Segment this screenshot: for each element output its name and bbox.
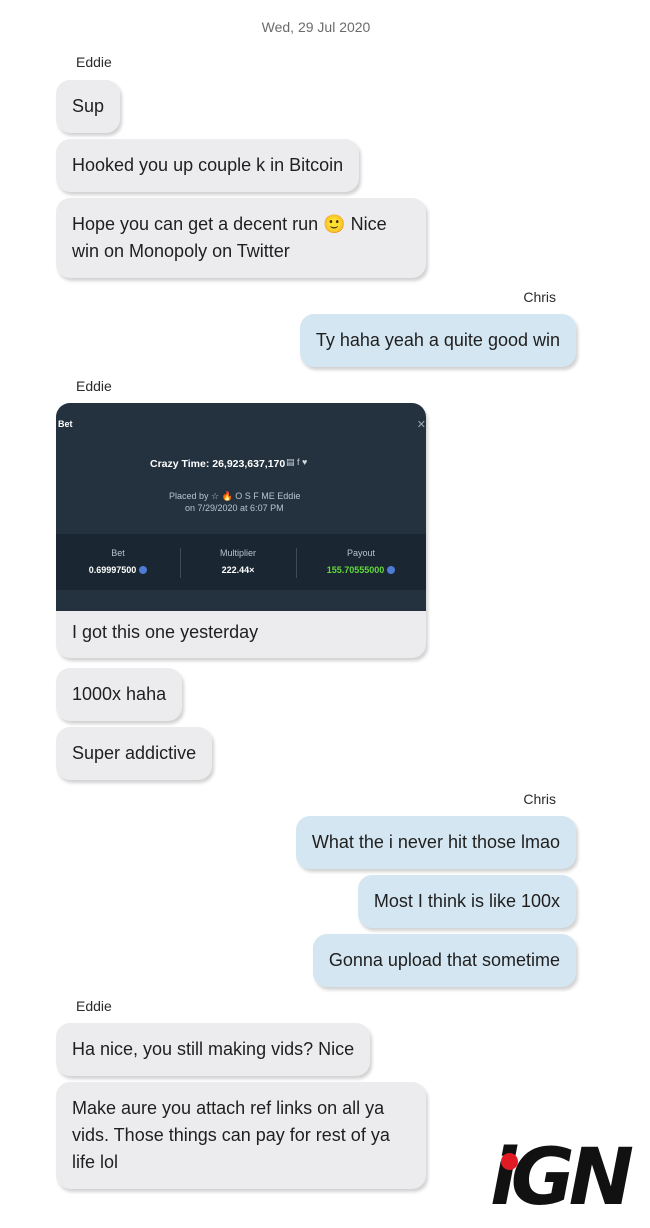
screenshot-title: Bet [58, 419, 73, 429]
message-bubble[interactable]: Super addictive [56, 727, 213, 780]
date-divider: Wed, 29 Jul 2020 [261, 19, 371, 35]
coin-icon [139, 566, 148, 574]
message-bubble[interactable]: Hope you can get a decent run 🙂 Nice win… [56, 198, 426, 278]
stat-value: 155.70555000 [296, 565, 426, 575]
stat-label: Bet [111, 548, 125, 558]
stat-payout: Payout 155.70555000 [296, 534, 426, 590]
message-bubble[interactable]: Ha nice, you still making vids? Nice [56, 1023, 371, 1076]
bet-stats-panel: Bet 0.69997500 Multiplier 222.44× Payout… [56, 534, 426, 590]
sender-name: Chris [523, 289, 556, 305]
message-bubble[interactable]: Hooked you up couple k in Bitcoin [56, 139, 360, 192]
message-bubble[interactable]: What the i never hit those lmao [295, 816, 576, 869]
stat-value-text: 155.70555000 [326, 565, 385, 575]
bet-screenshot-image[interactable]: Bet ✕ Crazy Time: 26,923,637,170 ▤ f ♥ P… [56, 403, 426, 611]
logo-text: iGN [490, 1133, 634, 1223]
sender-name: Chris [523, 791, 556, 807]
coin-icon [387, 566, 396, 574]
stat-bet: Bet 0.69997500 [56, 534, 180, 590]
screenshot-headline: Crazy Time: 26,923,637,170 [150, 458, 286, 470]
stat-label: Payout [346, 548, 376, 558]
logo-dot [501, 1153, 518, 1170]
placed-by-text: Placed by ☆ 🔥 O S F ME Eddie [169, 491, 301, 501]
placed-on-text: on 7/29/2020 at 6:07 PM [185, 503, 284, 513]
stat-value: 0.69997500 [56, 565, 180, 575]
stat-value: 222.44× [221, 565, 255, 575]
sender-name: Eddie [76, 378, 112, 394]
message-bubble[interactable]: Sup [56, 80, 121, 133]
message-bubble[interactable]: Ty haha yeah a quite good win [299, 314, 576, 367]
image-message-card[interactable]: Bet ✕ Crazy Time: 26,923,637,170 ▤ f ♥ P… [56, 403, 426, 658]
message-bubble[interactable]: Gonna upload that sometime [312, 934, 576, 987]
message-bubble[interactable]: Most I think is like 100x [357, 875, 576, 928]
close-icon: ✕ [416, 419, 426, 431]
stat-label: Multiplier [219, 548, 256, 558]
share-icons: ▤ f ♥ [286, 457, 308, 467]
sender-name: Eddie [76, 54, 112, 70]
message-bubble[interactable]: 1000x haha [56, 668, 183, 721]
stat-value-text: 0.69997500 [88, 565, 137, 575]
message-text: I got this one yesterday [72, 622, 259, 642]
message-bubble[interactable]: Make aure you attach ref links on all ya… [56, 1082, 426, 1189]
sender-name: Eddie [76, 998, 112, 1014]
ign-logo: iGN [490, 1139, 642, 1218]
stat-multiplier: Multiplier 222.44× [180, 534, 296, 590]
